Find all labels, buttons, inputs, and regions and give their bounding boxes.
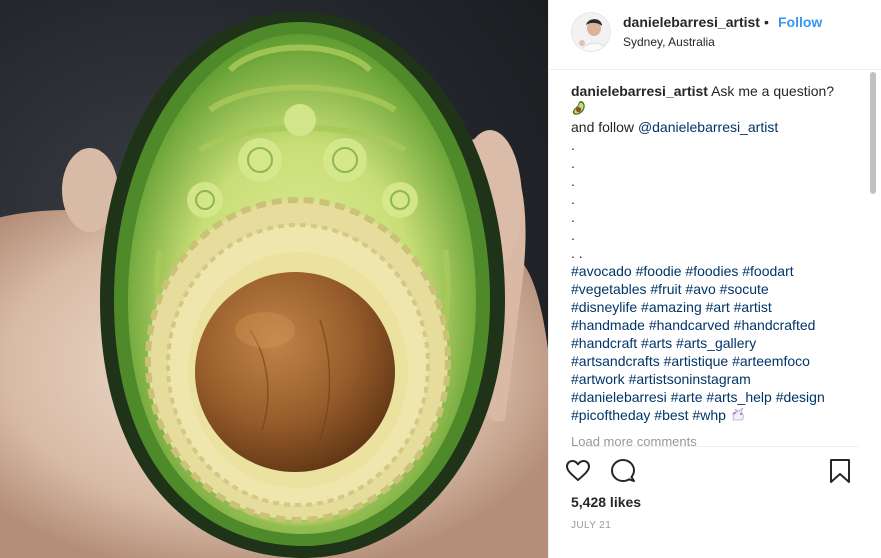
caption-username[interactable]: danielebarresi_artist <box>571 83 708 99</box>
avocado-emoji <box>572 101 585 115</box>
comments-scrollbar[interactable] <box>869 72 877 444</box>
hashtag-line[interactable]: #picoftheday #best #whp <box>571 407 726 423</box>
caption-dot: . <box>571 173 575 189</box>
hashtag-line[interactable]: #artsandcrafts #artistique #arteemfoco <box>571 352 861 370</box>
post-details-panel: danielebarresi_artist • Follow Sydney, A… <box>548 0 881 558</box>
likes-count[interactable]: 5,428 likes <box>571 494 641 510</box>
carved-avocado-image <box>0 11 548 558</box>
caption-dot: . <box>571 137 575 153</box>
post-date[interactable]: JULY 21 <box>571 520 611 531</box>
avatar[interactable] <box>571 12 611 52</box>
post-header: danielebarresi_artist • Follow Sydney, A… <box>549 0 881 70</box>
unicorn-emoji <box>731 407 744 421</box>
bookmark-icon[interactable] <box>827 458 853 484</box>
comment-icon[interactable] <box>610 458 636 484</box>
hashtag-line[interactable]: #danielebarresi #arte #arts_help #design <box>571 388 861 406</box>
caption-dot: . <box>571 209 575 225</box>
caption-dot: . <box>571 155 575 171</box>
hashtag-line[interactable]: #vegetables #fruit #avo #socute <box>571 280 861 298</box>
hashtag-line[interactable]: #avocado #foodie #foodies #foodart <box>571 262 861 280</box>
separator-dot: • <box>764 14 769 30</box>
caption-comment: danielebarresi_artist Ask me a question?… <box>571 82 861 444</box>
post-author-username[interactable]: danielebarresi_artist <box>623 14 760 30</box>
post-photo[interactable] <box>0 0 548 558</box>
follow-line: and follow @danielebarresi_artist <box>571 118 861 136</box>
hashtag-line[interactable]: #handcraft #arts #arts_gallery <box>571 334 861 352</box>
hashtag-last-line: #picoftheday #best #whp <box>571 406 861 424</box>
hashtag-line[interactable]: #handmade #handcarved #handcrafted <box>571 316 861 334</box>
follow-button[interactable]: Follow <box>778 14 822 30</box>
caption-dot: . <box>571 191 575 207</box>
heart-icon[interactable] <box>565 458 591 484</box>
follow-text: and follow <box>571 119 635 135</box>
caption-text: Ask me a question? <box>711 83 835 99</box>
post-actions: 5,428 likes JULY 21 <box>566 446 859 546</box>
caption-emoji-line <box>571 100 861 118</box>
caption-dot: . . <box>571 245 583 261</box>
post-location[interactable]: Sydney, Australia <box>623 35 715 49</box>
avatar-image <box>572 13 610 51</box>
scrollbar-thumb[interactable] <box>870 72 876 194</box>
caption-dot: . <box>571 227 575 243</box>
mention-link[interactable]: @danielebarresi_artist <box>638 119 778 135</box>
caption-first-line: danielebarresi_artist Ask me a question? <box>571 82 861 100</box>
hashtag-line[interactable]: #disneylife #amazing #art #artist <box>571 298 861 316</box>
hashtag-line[interactable]: #artwork #artistsoninstagram <box>571 370 861 388</box>
